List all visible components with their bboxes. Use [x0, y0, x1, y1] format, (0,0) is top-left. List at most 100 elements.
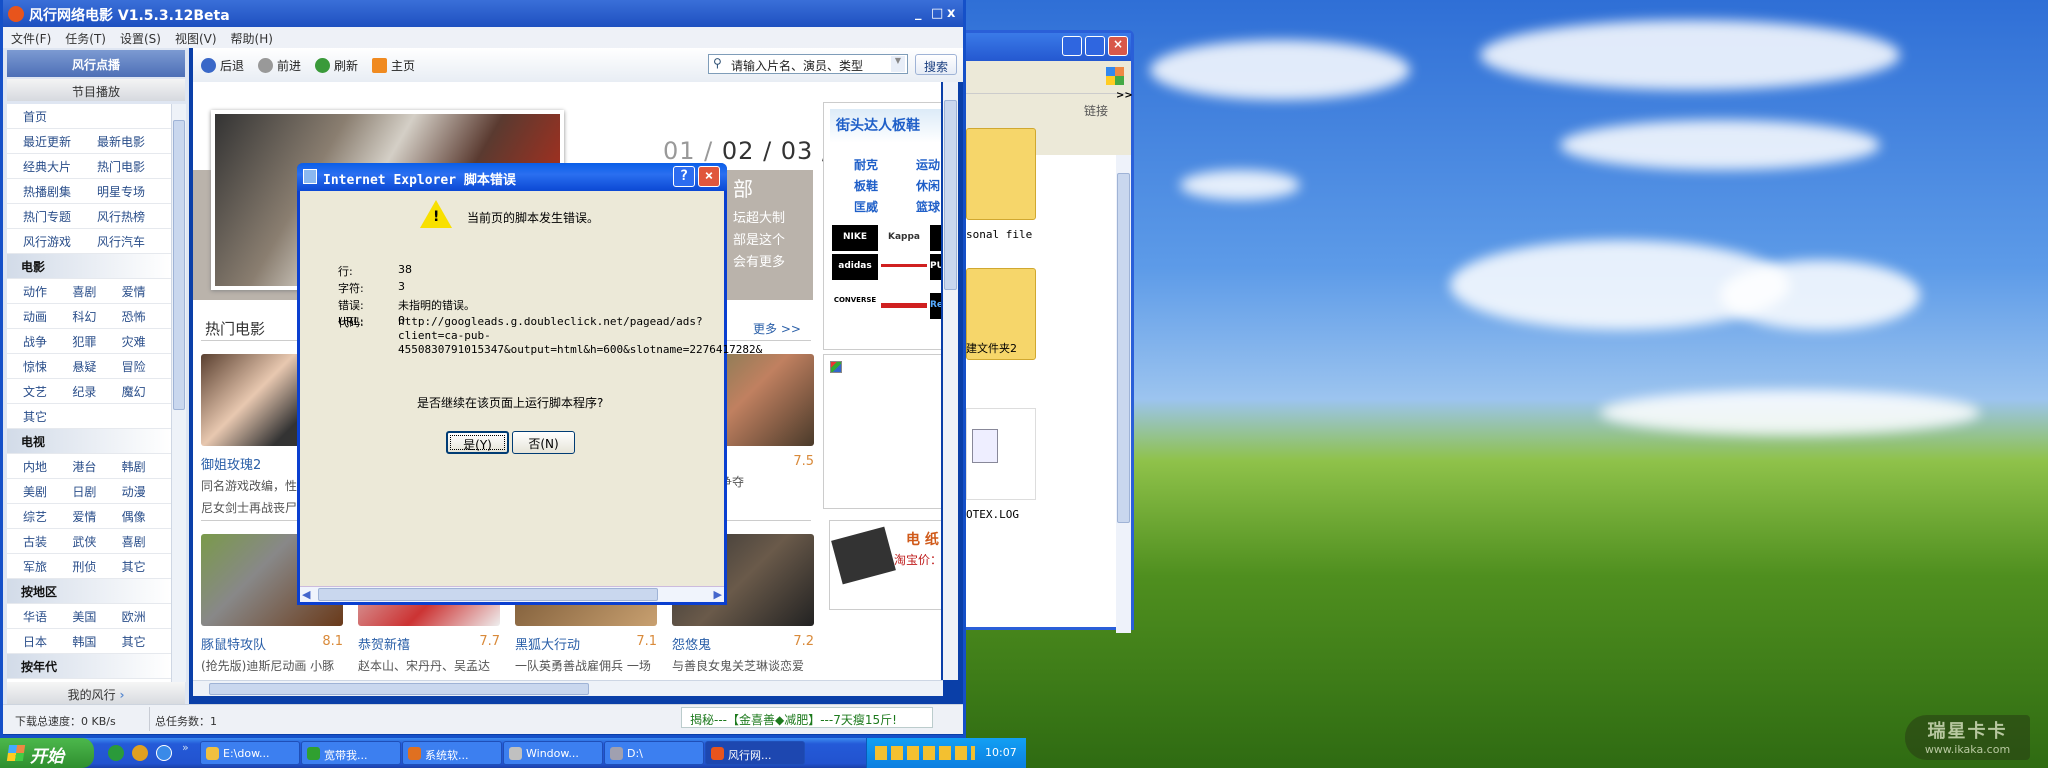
sidebar-link[interactable]: 热门电影 [97, 158, 171, 175]
sidebar-link[interactable]: 冒险 [122, 358, 171, 375]
shoe-ad[interactable]: 街头达人板鞋 耐克 运动 板鞋 休闲 匡威 篮球 NIKE Kappa adidas … [823, 102, 941, 350]
sidebar-link[interactable]: 灾难 [122, 333, 171, 350]
sidebar-link[interactable]: 欧洲 [122, 608, 171, 625]
menu-help[interactable]: 帮助(H) [231, 32, 273, 46]
my-fengxing-button[interactable]: 我的风行 › [7, 682, 185, 704]
ad-link[interactable]: 篮球 [916, 200, 940, 214]
sidebar-link[interactable]: 恐怖 [122, 308, 171, 325]
close-button[interactable]: × [1108, 36, 1128, 56]
sidebar-link[interactable]: 刑侦 [72, 558, 121, 575]
close-button[interactable]: x [947, 6, 955, 21]
movie-title[interactable]: 豚鼠特攻队 [201, 634, 266, 653]
sidebar-link[interactable]: 悬疑 [72, 358, 121, 375]
qq-icon[interactable] [132, 745, 148, 761]
minimize-button[interactable] [1062, 36, 1082, 56]
file-label[interactable]: sonal file [966, 228, 1032, 241]
search-input[interactable]: ⚲ 请输入片名、演员、类型 ▼ [708, 54, 908, 74]
dialog-hscrollbar[interactable]: ◀ ▶ [300, 586, 724, 602]
explorer-scrollbar[interactable] [1116, 155, 1131, 633]
sidebar-link[interactable]: 其它 [23, 408, 75, 425]
sidebar-link[interactable]: 爱情 [122, 283, 171, 300]
page-3[interactable]: 03 [781, 137, 814, 165]
links-label[interactable]: 链接 [1084, 102, 1108, 119]
reebok-logo[interactable]: Re [930, 293, 941, 319]
sidebar-link[interactable]: 美剧 [23, 483, 72, 500]
sidebar-link[interactable]: 内地 [23, 458, 72, 475]
sidebar-link[interactable]: 首页 [23, 108, 105, 125]
sidebar-link[interactable]: 风行汽车 [97, 233, 171, 250]
movie-title[interactable]: 御姐玫瑰2 [201, 454, 261, 473]
sidebar-link[interactable]: 动画 [23, 308, 72, 325]
sidebar-link[interactable]: 热播剧集 [23, 183, 97, 200]
sidebar-link[interactable]: 风行游戏 [23, 233, 97, 250]
sidebar-link[interactable]: 武侠 [72, 533, 121, 550]
home-button[interactable]: 主页 [372, 57, 415, 74]
maximize-button[interactable]: □ [931, 6, 943, 21]
ad-link[interactable]: 耐克 [854, 158, 878, 172]
sidebar-link[interactable]: 热门专题 [23, 208, 97, 225]
back-button[interactable]: 后退 [201, 57, 244, 74]
sidebar-link[interactable]: 韩剧 [122, 458, 171, 475]
taskbar-button[interactable]: D:\ [604, 741, 704, 765]
maximize-button[interactable] [1085, 36, 1105, 56]
sidebar-link[interactable]: 科幻 [72, 308, 121, 325]
sidebar-link[interactable]: 爱情 [72, 508, 121, 525]
sidebar-link[interactable]: 华语 [23, 608, 72, 625]
chevron-icon[interactable]: >> [1116, 90, 1133, 101]
converse-logo[interactable]: CONVERSE [832, 293, 878, 319]
quicklaunch-icon[interactable] [108, 745, 124, 761]
sidebar-link[interactable]: 战争 [23, 333, 72, 350]
program-tab[interactable]: 节目播放 [7, 79, 185, 101]
ie-icon[interactable] [156, 745, 172, 761]
brand-logo[interactable] [930, 225, 941, 251]
sidebar-link[interactable]: 动漫 [122, 483, 171, 500]
taskbar-button[interactable]: 风行网... [705, 741, 805, 765]
sidebar-link[interactable]: 喜剧 [72, 283, 121, 300]
file-label[interactable]: 建文件夹2 [966, 340, 1017, 356]
scroll-left-icon[interactable]: ◀ [302, 588, 310, 601]
close-button[interactable]: × [698, 166, 720, 187]
sidebar-link[interactable]: 纪录 [72, 383, 121, 400]
sidebar-link[interactable]: 其它 [122, 633, 171, 650]
taskbar-button[interactable]: 宽带我... [301, 741, 401, 765]
start-button[interactable]: 开始 [0, 738, 94, 768]
minimize-button[interactable]: _ [915, 6, 922, 21]
ad-link[interactable]: 运动 [916, 158, 940, 172]
yes-button[interactable]: 是(Y) [446, 431, 509, 454]
sidebar-link[interactable]: 惊悚 [23, 358, 72, 375]
sidebar-link[interactable]: 犯罪 [72, 333, 121, 350]
refresh-button[interactable]: 刷新 [315, 57, 358, 74]
movie-title[interactable]: 黑狐大行动 [515, 634, 580, 653]
sidebar-link[interactable]: 日剧 [72, 483, 121, 500]
status-ad-link[interactable]: 揭秘---【金喜善◆减肥】---7天瘦15斤! [681, 707, 933, 728]
sidebar-link[interactable]: 最新电影 [97, 133, 171, 150]
search-button[interactable]: 搜索 [915, 54, 957, 75]
page-1[interactable]: 01 [663, 137, 696, 165]
sidebar-link[interactable]: 经典大片 [23, 158, 97, 175]
sidebar-link[interactable]: 韩国 [72, 633, 121, 650]
sidebar-link[interactable]: 偶像 [122, 508, 171, 525]
content-hscrollbar[interactable] [193, 680, 943, 696]
taskbar-button[interactable]: 系统软... [402, 741, 502, 765]
help-button[interactable]: ? [673, 166, 695, 187]
content-vscrollbar[interactable] [943, 82, 958, 680]
sidebar-scrollbar[interactable] [171, 104, 186, 682]
nike-logo[interactable]: NIKE [832, 225, 878, 251]
sidebar-link[interactable]: 魔幻 [122, 383, 171, 400]
sidebar-link[interactable]: 其它 [122, 558, 171, 575]
file-label[interactable]: OTEX.LOG [966, 508, 1019, 521]
sidebar-link[interactable]: 明星专场 [97, 183, 171, 200]
adidas-logo[interactable]: adidas [832, 254, 878, 280]
sidebar-link[interactable]: 港台 [72, 458, 121, 475]
sidebar-link[interactable]: 最近更新 [23, 133, 97, 150]
chevron-icon[interactable]: » [182, 741, 189, 754]
menu-settings[interactable]: 设置(S) [120, 32, 161, 46]
sidebar-link[interactable]: 风行热榜 [97, 208, 171, 225]
scroll-right-icon[interactable]: ▶ [714, 588, 722, 601]
sidebar-link[interactable]: 日本 [23, 633, 72, 650]
lining-logo[interactable] [881, 264, 927, 290]
sidebar-link[interactable]: 军旅 [23, 558, 72, 575]
movie-title[interactable]: 怨悠鬼 [672, 634, 711, 653]
movie-title[interactable]: 恭贺新禧 [358, 634, 410, 653]
sidebar-link[interactable]: 喜剧 [122, 533, 171, 550]
